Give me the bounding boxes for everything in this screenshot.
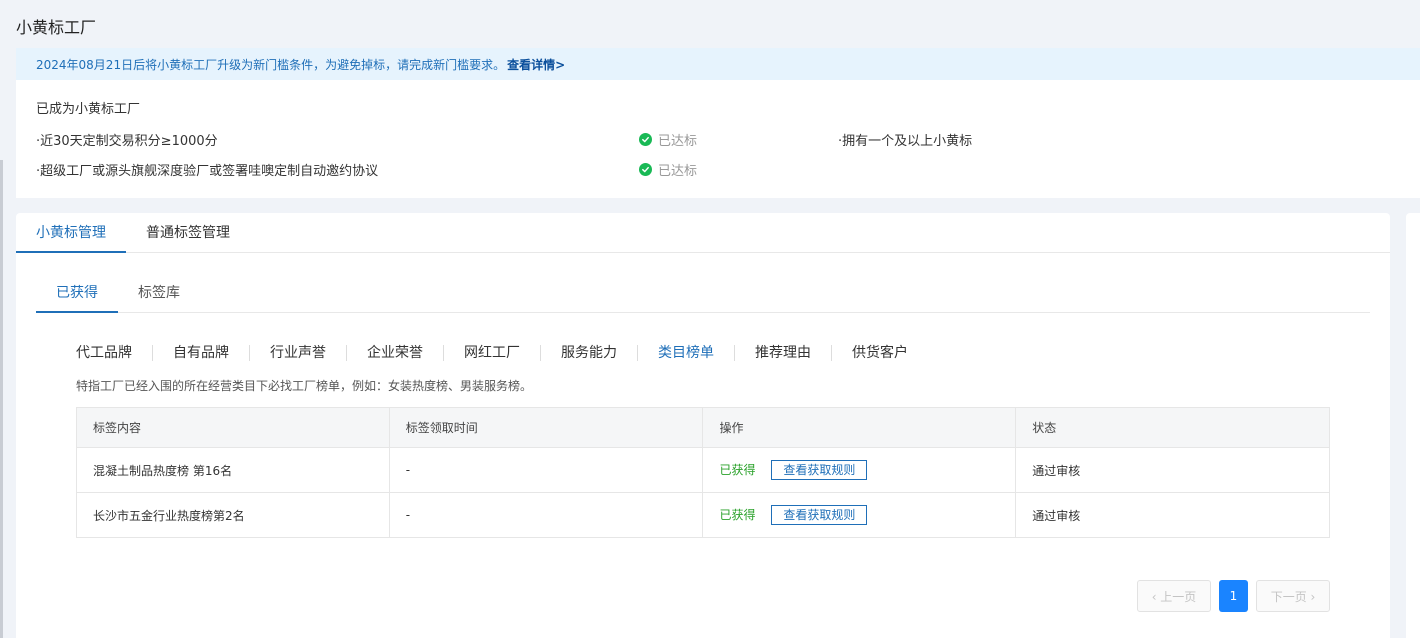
next-page-button[interactable]: 下一页 › [1256,580,1330,612]
category-reputation[interactable]: 行业声誉 [250,345,347,361]
category-influencer-factory[interactable]: 网红工厂 [444,345,541,361]
sub-tabs: 已获得 标签库 [36,273,1370,313]
notice-text: 2024年08月21日后将小黄标工厂升级为新门槛条件，为避免掉标，请完成新门槛要… [36,57,506,72]
left-scroll-edge [0,160,3,638]
tag-content: 长沙市五金行业热度榜第2名 [76,492,390,538]
action-cell: 已获得 查看获取规则 [702,447,1017,493]
criterion-factory-audit: ·超级工厂或源头旗舰深度验厂或签署哇噢定制自动邀约协议 [36,164,379,179]
header-status: 状态 [1015,407,1330,448]
header-action: 操作 [702,407,1017,448]
tab-obtained[interactable]: 已获得 [36,273,118,313]
header-tag-content: 标签内容 [76,407,390,448]
category-ranking[interactable]: 类目榜单 [638,345,735,361]
upgrade-notice-banner: 2024年08月21日后将小黄标工厂升级为新门槛条件，为避免掉标，请完成新门槛要… [16,48,1420,80]
tag-table: 标签内容 标签领取时间 操作 状态 混凝土制品热度榜 第16名 - 已获得 查看… [76,407,1330,538]
category-oem-brand[interactable]: 代工品牌 [76,345,153,361]
criterion-trade-score: ·近30天定制交易积分≥1000分 [36,134,218,149]
review-status: 通过审核 [1015,492,1330,538]
review-status: 通过审核 [1015,447,1330,493]
status-title: 已成为小黄标工厂 [36,102,141,117]
criterion-yellow-tag: ·拥有一个及以上小黄标 [838,134,973,149]
claim-time: - [388,447,704,493]
tag-management-panel: 小黄标管理 普通标签管理 已获得 标签库 代工品牌 自有品牌 行业声誉 企业荣誉… [16,213,1390,638]
tab-tag-library[interactable]: 标签库 [128,273,190,313]
category-service[interactable]: 服务能力 [541,345,638,361]
prev-page-button[interactable]: ‹ 上一页 [1137,580,1211,612]
view-rules-button[interactable]: 查看获取规则 [771,505,868,525]
check-circle-icon [639,163,652,176]
criterion-trade-score-status: 已达标 [639,130,697,149]
page-1-button[interactable]: 1 [1219,580,1248,612]
right-side-panel [1406,213,1420,638]
table-header-row: 标签内容 标签领取时间 操作 状态 [76,407,1330,448]
action-cell: 已获得 查看获取规则 [702,492,1017,538]
category-own-brand[interactable]: 自有品牌 [153,345,250,361]
table-row: 混凝土制品热度榜 第16名 - 已获得 查看获取规则 通过审核 [76,447,1330,493]
tab-yellow-tag-management[interactable]: 小黄标管理 [16,213,126,253]
obtained-label: 已获得 [719,508,756,522]
category-honor[interactable]: 企业荣誉 [347,345,444,361]
obtained-label: 已获得 [719,463,756,477]
category-description: 特指工厂已经入围的所在经营类目下必找工厂榜单，例如：女装热度榜、男装服务榜。 [76,379,533,393]
page-title: 小黄标工厂 [16,18,97,37]
criterion-factory-audit-status: 已达标 [639,160,697,179]
header-claim-time: 标签领取时间 [388,407,704,448]
check-circle-icon [639,133,652,146]
category-supply-customers[interactable]: 供货客户 [832,345,928,361]
main-tabs: 小黄标管理 普通标签管理 [16,213,1390,253]
claim-time: - [388,492,704,538]
tab-normal-tag-management[interactable]: 普通标签管理 [132,213,244,253]
notice-detail-link[interactable]: 查看详情> [507,56,565,73]
factory-status-panel: 2024年08月21日后将小黄标工厂升级为新门槛条件，为避免掉标，请完成新门槛要… [16,48,1420,198]
table-row: 长沙市五金行业热度榜第2名 - 已获得 查看获取规则 通过审核 [76,492,1330,538]
category-recommendation[interactable]: 推荐理由 [735,345,832,361]
tag-content: 混凝土制品热度榜 第16名 [76,447,390,493]
view-rules-button[interactable]: 查看获取规则 [771,460,868,480]
category-filter: 代工品牌 自有品牌 行业声誉 企业荣誉 网红工厂 服务能力 类目榜单 推荐理由 … [76,342,928,364]
